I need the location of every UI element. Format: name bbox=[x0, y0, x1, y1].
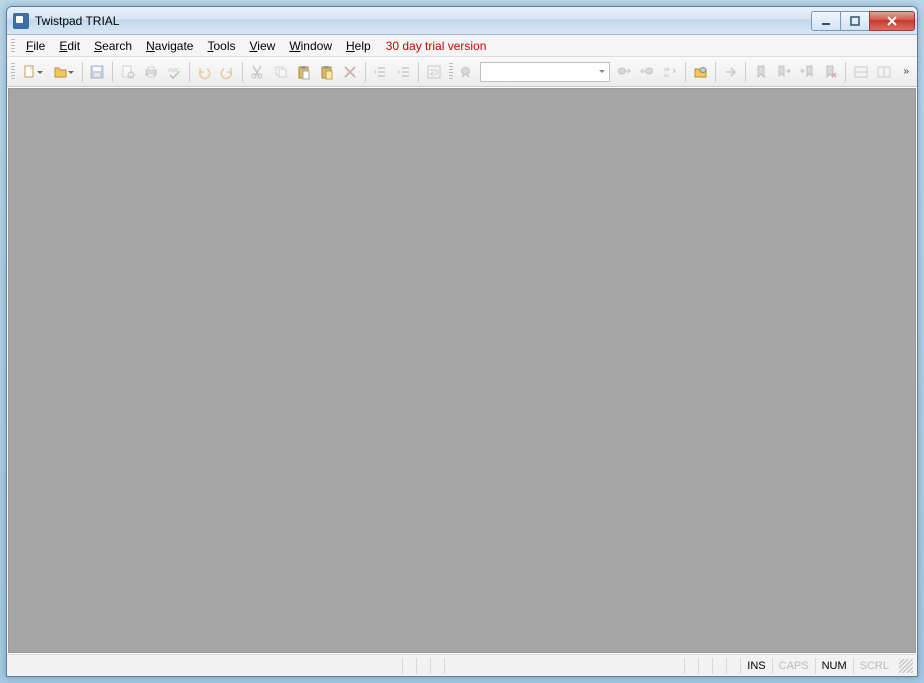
status-num: NUM bbox=[815, 658, 853, 674]
status-cell-empty-5 bbox=[698, 658, 712, 674]
paste-icon bbox=[296, 64, 312, 80]
status-cell-spacer bbox=[444, 658, 684, 674]
cut-icon bbox=[249, 64, 265, 80]
menu-navigate[interactable]: Navigate bbox=[139, 37, 200, 55]
split-vertical-button[interactable] bbox=[873, 61, 894, 83]
status-cell-empty-6 bbox=[712, 658, 726, 674]
paste-button[interactable] bbox=[293, 61, 314, 83]
replace-button[interactable]: abac bbox=[660, 61, 681, 83]
statusbar: INS CAPS NUM SCRL bbox=[7, 654, 917, 676]
status-cell-empty-2 bbox=[416, 658, 430, 674]
redo-button[interactable] bbox=[217, 61, 238, 83]
wordwrap-icon bbox=[426, 64, 442, 80]
search-input[interactable] bbox=[480, 62, 610, 82]
split-horizontal-button[interactable] bbox=[850, 61, 871, 83]
menu-tools[interactable]: Tools bbox=[200, 37, 242, 55]
svg-text:ABC: ABC bbox=[168, 68, 181, 74]
replace-icon: abac bbox=[662, 64, 678, 80]
find-next-icon bbox=[616, 64, 632, 80]
status-cell-empty-1 bbox=[402, 658, 416, 674]
editor-workspace[interactable] bbox=[8, 88, 916, 653]
spellcheck-button[interactable]: ABC bbox=[163, 61, 184, 83]
menu-window[interactable]: Window bbox=[282, 37, 339, 55]
app-icon bbox=[13, 13, 29, 29]
new-file-button[interactable] bbox=[18, 61, 47, 83]
delete-icon bbox=[342, 64, 358, 80]
status-cell-empty-3 bbox=[430, 658, 444, 674]
toolbar: ABC bbox=[7, 57, 917, 87]
toolbar-grip-2[interactable] bbox=[449, 63, 453, 81]
titlebar[interactable]: Twistpad TRIAL bbox=[7, 7, 917, 35]
status-cell-empty-7 bbox=[726, 658, 740, 674]
menu-file[interactable]: File bbox=[19, 37, 52, 55]
maximize-button[interactable] bbox=[840, 11, 870, 31]
find-next-button[interactable] bbox=[613, 61, 634, 83]
close-button[interactable] bbox=[869, 11, 915, 31]
spellcheck-icon: ABC bbox=[166, 64, 182, 80]
open-file-button[interactable] bbox=[49, 61, 78, 83]
print-button[interactable] bbox=[140, 61, 161, 83]
find-icon bbox=[459, 64, 475, 80]
print-preview-button[interactable] bbox=[117, 61, 138, 83]
bookmark-toggle-icon bbox=[753, 64, 769, 80]
undo-icon bbox=[196, 64, 212, 80]
app-window: Twistpad TRIAL File Edit Search Navigate… bbox=[6, 6, 918, 677]
toolbar-overflow-button[interactable]: » bbox=[900, 61, 913, 83]
goto-button[interactable] bbox=[720, 61, 741, 83]
copy-icon bbox=[273, 64, 289, 80]
open-folder-icon bbox=[53, 64, 69, 80]
save-icon bbox=[89, 64, 105, 80]
print-preview-icon bbox=[120, 64, 136, 80]
bookmark-toggle-button[interactable] bbox=[750, 61, 771, 83]
paste-special-icon bbox=[319, 64, 335, 80]
menubar-grip[interactable] bbox=[11, 39, 15, 53]
status-cell-empty-4 bbox=[684, 658, 698, 674]
menu-search[interactable]: Search bbox=[87, 37, 139, 55]
cut-button[interactable] bbox=[247, 61, 268, 83]
bookmark-next-icon bbox=[776, 64, 792, 80]
status-caps: CAPS bbox=[772, 658, 815, 674]
bookmark-clear-button[interactable] bbox=[820, 61, 841, 83]
outdent-icon bbox=[372, 64, 388, 80]
copy-button[interactable] bbox=[270, 61, 291, 83]
find-prev-button[interactable] bbox=[637, 61, 658, 83]
trial-version-label: 30 day trial version bbox=[378, 37, 495, 55]
window-title: Twistpad TRIAL bbox=[35, 14, 119, 28]
goto-icon bbox=[723, 64, 739, 80]
undo-button[interactable] bbox=[194, 61, 215, 83]
split-vertical-icon bbox=[876, 64, 892, 80]
delete-button[interactable] bbox=[340, 61, 361, 83]
menubar: File Edit Search Navigate Tools View Win… bbox=[7, 35, 917, 57]
find-in-files-button[interactable] bbox=[690, 61, 711, 83]
find-button[interactable] bbox=[456, 61, 477, 83]
svg-text:ac: ac bbox=[664, 73, 670, 79]
save-button[interactable] bbox=[87, 61, 108, 83]
find-in-files-icon bbox=[693, 64, 709, 80]
bookmark-clear-icon bbox=[823, 64, 839, 80]
outdent-button[interactable] bbox=[370, 61, 391, 83]
menu-edit[interactable]: Edit bbox=[52, 37, 87, 55]
find-prev-icon bbox=[639, 64, 655, 80]
wordwrap-button[interactable] bbox=[423, 61, 444, 83]
menu-help[interactable]: Help bbox=[339, 37, 378, 55]
status-ins: INS bbox=[740, 658, 771, 674]
bookmark-prev-icon bbox=[799, 64, 815, 80]
bookmark-next-button[interactable] bbox=[774, 61, 795, 83]
status-scrl: SCRL bbox=[853, 658, 895, 674]
resize-grip[interactable] bbox=[899, 659, 913, 673]
split-horizontal-icon bbox=[853, 64, 869, 80]
indent-icon bbox=[396, 64, 412, 80]
paste-special-button[interactable] bbox=[316, 61, 337, 83]
redo-icon bbox=[219, 64, 235, 80]
indent-button[interactable] bbox=[393, 61, 414, 83]
minimize-button[interactable] bbox=[811, 11, 841, 31]
toolbar-grip[interactable] bbox=[11, 63, 15, 81]
menu-view[interactable]: View bbox=[243, 37, 283, 55]
new-file-icon bbox=[22, 64, 38, 80]
print-icon bbox=[143, 64, 159, 80]
bookmark-prev-button[interactable] bbox=[797, 61, 818, 83]
